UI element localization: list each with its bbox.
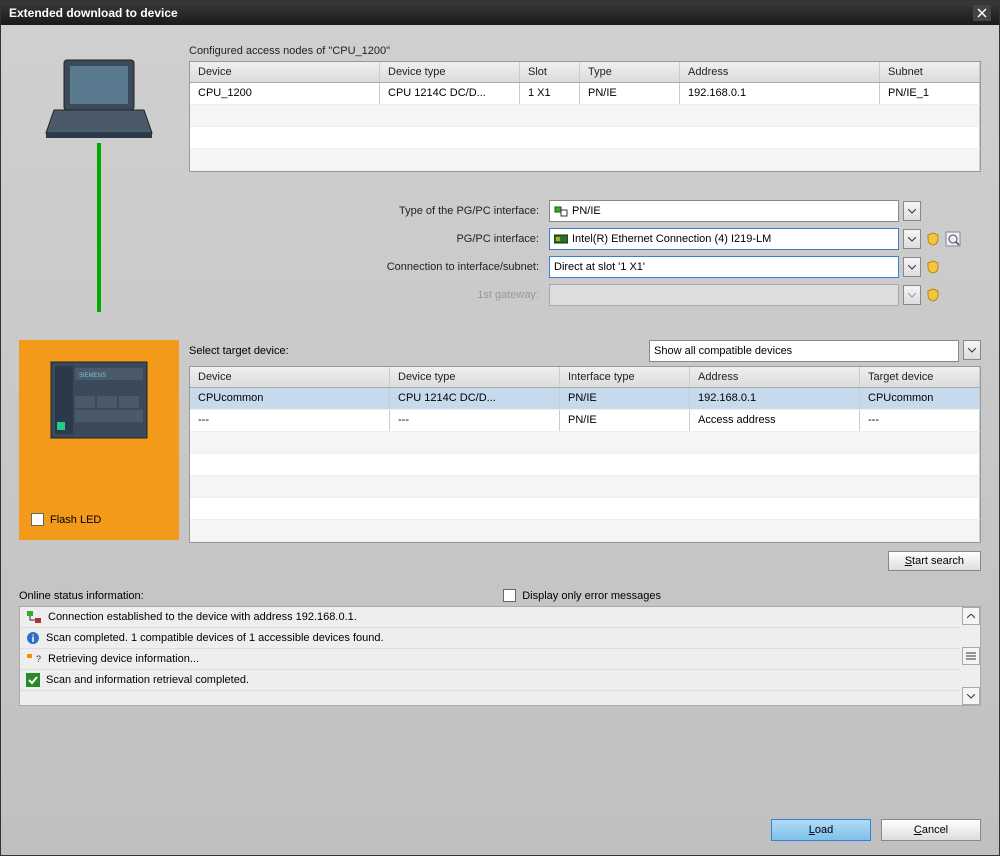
svg-text:?: ? xyxy=(36,654,41,664)
th-address[interactable]: Address xyxy=(690,367,860,387)
table-row[interactable]: CPUcommon CPU 1214C DC/D... PN/IE 192.16… xyxy=(190,388,980,410)
table-row xyxy=(190,432,980,454)
table-row xyxy=(190,476,980,498)
dropdown-arrow[interactable] xyxy=(903,201,921,221)
chevron-down-icon xyxy=(908,293,916,298)
th-device[interactable]: Device xyxy=(190,62,380,82)
table-row[interactable]: CPU_1200 CPU 1214C DC/D... 1 X1 PN/IE 19… xyxy=(190,83,980,105)
chevron-down-icon xyxy=(908,209,916,214)
svg-text:i: i xyxy=(32,634,35,645)
pnie-icon xyxy=(554,205,568,217)
select-target-label: Select target device: xyxy=(189,345,289,357)
shield-icon[interactable] xyxy=(925,231,941,247)
table-row xyxy=(190,454,980,476)
config-nodes-heading: Configured access nodes of "CPU_1200" xyxy=(189,45,981,57)
status-item: Scan and information retrieval completed… xyxy=(20,670,960,691)
status-heading: Online status information: xyxy=(19,590,144,602)
table-row xyxy=(190,520,980,542)
display-errors-checkbox[interactable] xyxy=(503,589,516,602)
table-row xyxy=(190,149,980,171)
display-errors-label: Display only error messages xyxy=(522,590,661,602)
th-devtype[interactable]: Device type xyxy=(390,367,560,387)
chevron-up-icon xyxy=(967,614,975,619)
pgpc-type-label: Type of the PG/PC interface: xyxy=(189,205,549,217)
close-button[interactable] xyxy=(973,5,991,21)
flash-led-label: Flash LED xyxy=(50,514,101,526)
status-box: Connection established to the device wit… xyxy=(19,606,981,706)
cancel-button[interactable]: Cancel xyxy=(881,819,981,841)
target-table: Device Device type Interface type Addres… xyxy=(189,366,981,543)
chevron-down-icon xyxy=(908,237,916,242)
nic-icon xyxy=(554,233,568,245)
config-nodes-table: Device Device type Slot Type Address Sub… xyxy=(189,61,981,172)
chevron-down-icon xyxy=(908,265,916,270)
retrieve-icon: ? xyxy=(26,652,42,666)
scroll-up-button[interactable] xyxy=(962,607,980,625)
plc-icon: SIEMENS xyxy=(49,360,149,440)
conn-subnet-dropdown[interactable]: Direct at slot '1 X1' xyxy=(549,256,899,278)
pgpc-if-label: PG/PC interface: xyxy=(189,233,549,245)
svg-text:SIEMENS: SIEMENS xyxy=(79,373,106,379)
dropdown-arrow[interactable] xyxy=(903,257,921,277)
table-row xyxy=(190,105,980,127)
close-icon xyxy=(977,8,987,18)
table-row xyxy=(190,498,980,520)
th-iftype[interactable]: Interface type xyxy=(560,367,690,387)
properties-icon[interactable] xyxy=(945,231,961,247)
scroll-options-button[interactable] xyxy=(962,647,980,665)
chevron-down-icon xyxy=(967,694,975,699)
pgpc-type-dropdown[interactable]: PN/IE xyxy=(549,200,899,222)
chevron-down-icon xyxy=(968,348,976,353)
load-button[interactable]: Load xyxy=(771,819,871,841)
dropdown-arrow[interactable] xyxy=(903,229,921,249)
shield-icon[interactable] xyxy=(925,287,941,303)
dropdown-arrow xyxy=(903,285,921,305)
th-target[interactable]: Target device xyxy=(860,367,980,387)
laptop-icon xyxy=(44,55,154,145)
th-type[interactable]: Type xyxy=(580,62,680,82)
status-item: Connection established to the device wit… xyxy=(20,607,960,628)
shield-icon[interactable] xyxy=(925,259,941,275)
dropdown-arrow[interactable] xyxy=(963,340,981,360)
th-address[interactable]: Address xyxy=(680,62,880,82)
titlebar: Extended download to device xyxy=(1,1,999,25)
conn-subnet-label: Connection to interface/subnet: xyxy=(189,261,549,273)
pgpc-if-dropdown[interactable]: Intel(R) Ethernet Connection (4) I219-LM xyxy=(549,228,899,250)
status-item: ? Retrieving device information... xyxy=(20,649,960,670)
target-filter-dropdown[interactable]: Show all compatible devices xyxy=(649,340,959,362)
check-icon xyxy=(26,673,40,687)
connection-wire xyxy=(97,143,101,312)
gateway-label: 1st gateway: xyxy=(189,289,549,301)
window-title: Extended download to device xyxy=(9,6,178,20)
start-search-button[interactable]: Start search xyxy=(888,551,981,571)
table-row[interactable]: --- --- PN/IE Access address --- xyxy=(190,410,980,432)
flash-led-checkbox[interactable] xyxy=(31,513,44,526)
gateway-dropdown xyxy=(549,284,899,306)
scroll-down-button[interactable] xyxy=(962,687,980,705)
th-slot[interactable]: Slot xyxy=(520,62,580,82)
info-icon: i xyxy=(26,631,40,645)
menu-icon xyxy=(966,652,976,660)
connect-icon xyxy=(26,610,42,624)
th-devtype[interactable]: Device type xyxy=(380,62,520,82)
device-panel: SIEMENS Flash LED xyxy=(19,340,179,540)
status-item: i Scan completed. 1 compatible devices o… xyxy=(20,628,960,649)
th-device[interactable]: Device xyxy=(190,367,390,387)
th-subnet[interactable]: Subnet xyxy=(880,62,980,82)
table-row xyxy=(190,127,980,149)
